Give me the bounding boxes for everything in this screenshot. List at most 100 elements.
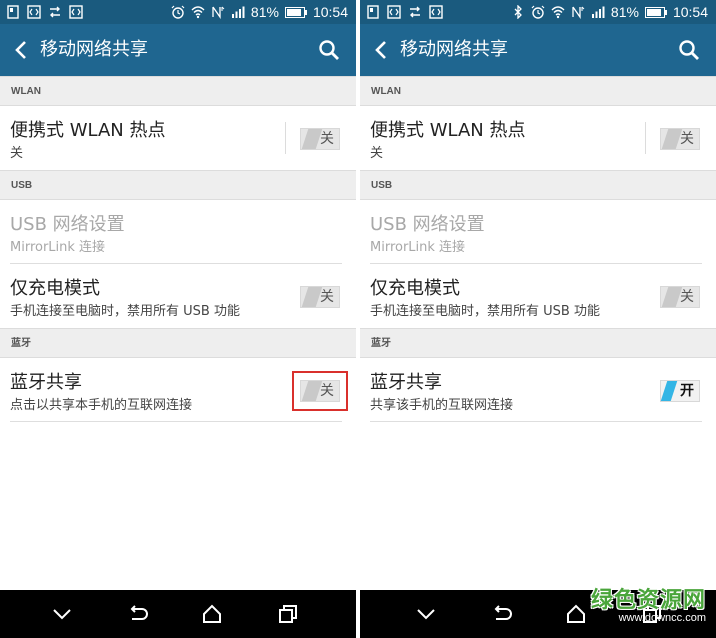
back-button[interactable] bbox=[8, 36, 34, 64]
page-title: 移动网络共享 bbox=[400, 39, 508, 60]
search-button[interactable] bbox=[676, 37, 702, 63]
clock: 10:54 bbox=[312, 4, 348, 20]
alarm-icon bbox=[531, 5, 545, 19]
lte-icon bbox=[212, 6, 225, 19]
chevron-down-icon bbox=[53, 609, 71, 620]
hotspot-toggle[interactable]: 关 bbox=[300, 128, 340, 150]
nav-home-button[interactable] bbox=[200, 602, 224, 626]
battery-icon bbox=[644, 6, 667, 18]
charge-only-toggle[interactable]: 关 bbox=[300, 286, 340, 308]
item-subtitle: 关 bbox=[370, 146, 384, 161]
item-title: USB 网络设置 bbox=[10, 214, 125, 235]
list-item-charge-only[interactable]: 仅充电模式 手机连接至电脑时，禁用所有 USB 功能 关 bbox=[0, 264, 356, 328]
alarm-icon bbox=[171, 5, 185, 19]
nav-hide-button[interactable] bbox=[414, 602, 438, 626]
watermark-logo: 绿色资源网 bbox=[590, 588, 706, 613]
signal-icon bbox=[591, 6, 605, 18]
signal-icon bbox=[231, 6, 245, 18]
nav-back-button[interactable] bbox=[126, 602, 150, 626]
back-button[interactable] bbox=[368, 36, 394, 64]
battery-icon bbox=[284, 6, 307, 18]
item-subtitle: 点击以共享本手机的互联网连接 bbox=[10, 398, 193, 413]
search-button[interactable] bbox=[316, 37, 342, 63]
data-transfer-icon bbox=[410, 6, 420, 18]
data-transfer-icon bbox=[50, 6, 60, 18]
toggle-label: 开 bbox=[680, 383, 694, 399]
code-icon bbox=[387, 5, 401, 19]
action-bar: 移动网络共享 bbox=[360, 24, 716, 76]
action-bar: 移动网络共享 bbox=[0, 24, 356, 76]
status-bar: 81% 10:54 bbox=[0, 0, 356, 24]
list-item-wlan-hotspot[interactable]: 便携式 WLAN 热点 关 关 bbox=[360, 106, 716, 170]
highlight-box bbox=[292, 371, 348, 411]
phone-screen-left: 81% 10:54 移动网络共享 WLAN 便携式 WLAN 热点 关 关 US… bbox=[0, 0, 356, 638]
item-subtitle: 关 bbox=[10, 146, 24, 161]
item-subtitle: MirrorLink 连接 bbox=[10, 240, 106, 255]
page-title: 移动网络共享 bbox=[40, 39, 148, 60]
wifi-icon bbox=[551, 6, 565, 19]
hotspot-toggle[interactable]: 关 bbox=[660, 128, 700, 150]
navigation-bar bbox=[0, 590, 356, 638]
section-header-bluetooth: 蓝牙 bbox=[360, 328, 716, 358]
section-header-usb: USB bbox=[0, 170, 356, 200]
home-icon bbox=[567, 604, 585, 623]
screenshot-icon bbox=[7, 5, 19, 19]
item-title: 仅充电模式 bbox=[10, 278, 100, 299]
clock: 10:54 bbox=[672, 4, 708, 20]
toggle-label: 关 bbox=[680, 289, 694, 305]
item-subtitle: MirrorLink 连接 bbox=[370, 240, 466, 255]
wifi-icon bbox=[191, 6, 205, 19]
nav-home-button[interactable] bbox=[564, 602, 588, 626]
item-title: 便携式 WLAN 热点 bbox=[370, 120, 526, 141]
back-icon bbox=[130, 605, 148, 620]
list-item-charge-only[interactable]: 仅充电模式 手机连接至电脑时，禁用所有 USB 功能 关 bbox=[360, 264, 716, 328]
charge-only-toggle[interactable]: 关 bbox=[660, 286, 700, 308]
settings-list: WLAN 便携式 WLAN 热点 关 关 USB USB 网络设置 Mirror… bbox=[360, 76, 716, 422]
toggle-label: 关 bbox=[680, 131, 694, 147]
home-icon bbox=[203, 604, 221, 623]
list-item-usb-network: USB 网络设置 MirrorLink 连接 bbox=[0, 200, 356, 264]
search-icon bbox=[319, 40, 339, 60]
watermark: 绿色资源网 www.downcc.com bbox=[591, 582, 706, 624]
recents-icon bbox=[279, 605, 297, 623]
item-title: 仅充电模式 bbox=[370, 278, 460, 299]
section-header-bluetooth: 蓝牙 bbox=[0, 328, 356, 358]
settings-list: WLAN 便携式 WLAN 热点 关 关 USB USB 网络设置 Mirror… bbox=[0, 76, 356, 422]
back-icon bbox=[494, 605, 512, 620]
item-subtitle: 手机连接至电脑时，禁用所有 USB 功能 bbox=[370, 304, 600, 319]
separator bbox=[645, 122, 646, 154]
section-header-wlan: WLAN bbox=[0, 76, 356, 106]
nav-recents-button[interactable] bbox=[276, 602, 300, 626]
battery-percent: 81% bbox=[610, 4, 639, 20]
item-title: 便携式 WLAN 热点 bbox=[10, 120, 166, 141]
toggle-label: 关 bbox=[320, 289, 334, 305]
code-icon bbox=[429, 5, 443, 19]
item-subtitle: 手机连接至电脑时，禁用所有 USB 功能 bbox=[10, 304, 240, 319]
item-title: 蓝牙共享 bbox=[370, 372, 442, 393]
bluetooth-tethering-toggle[interactable]: 开 bbox=[660, 380, 700, 402]
back-arrow-icon bbox=[375, 41, 386, 59]
battery-percent: 81% bbox=[250, 4, 279, 20]
item-title: 蓝牙共享 bbox=[10, 372, 82, 393]
search-icon bbox=[679, 40, 699, 60]
chevron-down-icon bbox=[417, 609, 435, 620]
screenshot-icon bbox=[367, 5, 379, 19]
list-item-bluetooth-tethering[interactable]: 蓝牙共享 点击以共享本手机的互联网连接 关 bbox=[0, 358, 356, 422]
code-icon bbox=[69, 5, 83, 19]
nav-back-button[interactable] bbox=[490, 602, 514, 626]
list-item-wlan-hotspot[interactable]: 便携式 WLAN 热点 关 关 bbox=[0, 106, 356, 170]
list-item-bluetooth-tethering[interactable]: 蓝牙共享 共享该手机的互联网连接 开 bbox=[360, 358, 716, 422]
section-header-wlan: WLAN bbox=[360, 76, 716, 106]
toggle-label: 关 bbox=[320, 131, 334, 147]
lte-icon bbox=[572, 6, 585, 19]
nav-hide-button[interactable] bbox=[50, 602, 74, 626]
separator bbox=[285, 122, 286, 154]
item-title: USB 网络设置 bbox=[370, 214, 485, 235]
list-item-usb-network: USB 网络设置 MirrorLink 连接 bbox=[360, 200, 716, 264]
status-bar: 81% 10:54 bbox=[360, 0, 716, 24]
item-subtitle: 共享该手机的互联网连接 bbox=[370, 398, 514, 413]
section-header-usb: USB bbox=[360, 170, 716, 200]
bluetooth-icon bbox=[514, 5, 522, 19]
phone-screen-right: 81% 10:54 移动网络共享 WLAN 便携式 WLAN 热点 关 关 US… bbox=[360, 0, 716, 638]
back-arrow-icon bbox=[15, 41, 26, 59]
